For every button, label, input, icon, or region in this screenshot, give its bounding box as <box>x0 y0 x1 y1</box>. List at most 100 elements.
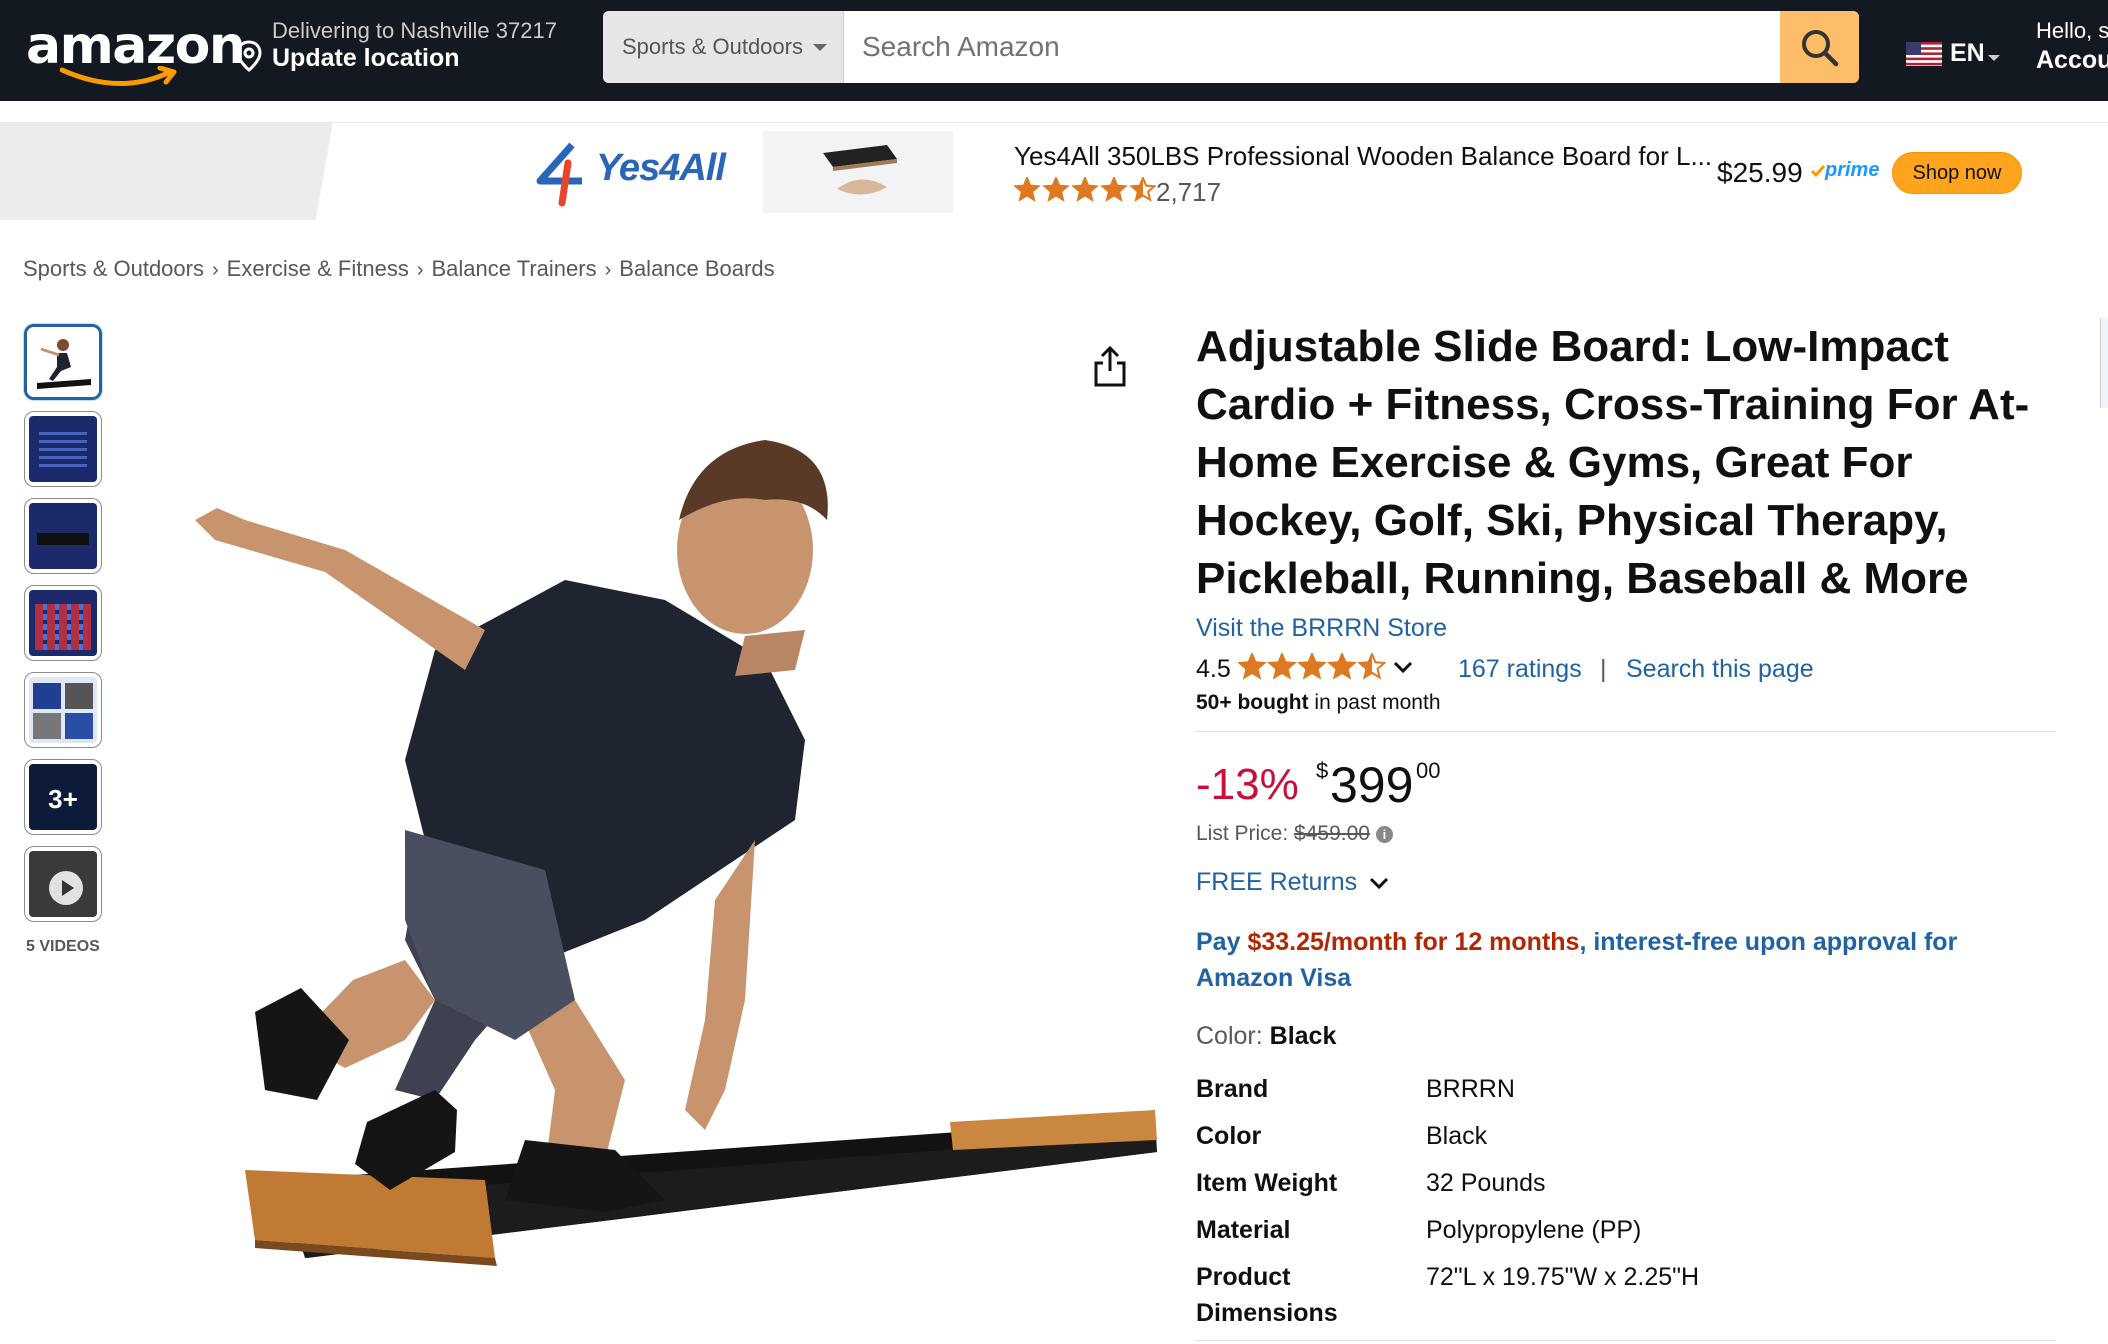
ad-star-rating <box>1013 175 1157 208</box>
list-price-row: List Price: $459.00 i <box>1196 822 2056 852</box>
breadcrumb-link[interactable]: Exercise & Fitness <box>227 256 409 281</box>
spec-row: Item Weight 32 Pounds <box>1196 1165 2056 1212</box>
visit-store-link[interactable]: Visit the BRRRN Store <box>1196 614 2056 643</box>
list-price-label: List Price: <box>1196 822 1295 845</box>
thumbnail-benefits[interactable] <box>24 411 102 487</box>
collage-tile <box>33 713 61 739</box>
spec-value: 72"L x 19.75"W x 2.25"H <box>1426 1263 1700 1291</box>
thumbnail-setup[interactable] <box>24 672 102 748</box>
account-greeting: Hello, s <box>2036 18 2108 43</box>
board-graphic <box>37 533 89 545</box>
amazon-logo[interactable]: amazon <box>26 16 246 86</box>
spec-value: BRRRN <box>1426 1075 1515 1103</box>
thumbnail-infographic: 3+ <box>29 764 97 830</box>
chevron-down-icon <box>1988 55 2000 61</box>
search-button[interactable] <box>1780 11 1859 83</box>
price-fraction: 00 <box>1416 758 1441 783</box>
free-returns[interactable]: FREE Returns <box>1196 868 2056 902</box>
update-location-text: Update location <box>272 44 460 72</box>
thumbnail-why-us[interactable] <box>24 585 102 661</box>
sponsored-banner[interactable]: Yes4All Yes4All 350LBS Professional Wood… <box>0 123 2108 220</box>
spec-row: Brand BRRRN <box>1196 1071 2056 1118</box>
spec-key: Color <box>1196 1122 1262 1150</box>
thumbnail-features[interactable] <box>24 498 102 574</box>
ad-price: $25.99 <box>1717 157 1803 188</box>
yes4all-brand-text: Yes4All <box>596 147 726 189</box>
breadcrumb: Sports & Outdoors › Exercise & Fitness › Bal… <box>23 256 775 282</box>
delivering-to-text: Delivering to Nashville 37217 <box>272 18 557 43</box>
athlete-thumbnail-image <box>27 327 99 397</box>
location-pin-icon <box>236 40 262 72</box>
spec-key: Product Dimensions <box>1196 1263 1338 1327</box>
search-bar: Sports & Outdoors <box>603 11 1859 83</box>
search-icon <box>1802 30 1839 67</box>
collage-tile <box>65 683 93 709</box>
more-images-count: 3+ <box>48 784 78 814</box>
rating-row: 4.5 167 ratings | Search this page <box>1196 651 2056 685</box>
thumbnail-more[interactable]: 3+ <box>24 759 102 835</box>
yes4all-logo-mark-icon <box>536 142 582 207</box>
spec-value: 32 Pounds <box>1426 1169 1546 1197</box>
prime-check-icon <box>1810 165 1826 178</box>
prime-label: prime <box>1825 159 1880 181</box>
info-icon[interactable]: i <box>1375 826 1393 843</box>
bought-count: 50+ bought <box>1196 691 1309 714</box>
spec-key: Brand <box>1196 1075 1269 1103</box>
ratings-count-link[interactable]: 167 ratings <box>1458 655 1582 684</box>
thumbnail-infographic <box>29 416 97 482</box>
side-panel-edge <box>2100 318 2108 408</box>
rating-divider: | <box>1600 655 1607 683</box>
product-star-rating[interactable] <box>1237 651 1387 688</box>
thumbnail-video[interactable] <box>24 846 102 922</box>
chevron-down-icon <box>1369 877 1389 890</box>
collage-tile <box>33 683 61 709</box>
spec-row: Color Black <box>1196 1118 2056 1165</box>
yes4all-logo[interactable]: Yes4All <box>532 139 726 209</box>
chevron-down-icon <box>813 44 827 51</box>
search-department-select[interactable]: Sports & Outdoors <box>603 11 844 83</box>
product-title: Adjustable Slide Board: Low-Impact Cardi… <box>1196 322 2030 603</box>
videos-count-label[interactable]: 5 VIDEOS <box>26 938 100 956</box>
monthly-payment-offer[interactable]: Pay $33.25/month for 12 months, interest… <box>1196 924 2056 996</box>
banner-background <box>0 123 360 220</box>
free-returns-label: FREE Returns <box>1196 868 1358 896</box>
thumbnail-main-photo[interactable] <box>24 324 102 400</box>
spec-key: Material <box>1196 1216 1291 1244</box>
product-details: Adjustable Slide Board: Low-Impact Cardi… <box>1196 318 2056 1331</box>
shop-now-button[interactable]: Shop now <box>1892 152 2022 194</box>
search-department-label: Sports & Outdoors <box>622 34 803 59</box>
ad-review-count[interactable]: 2,717 <box>1156 177 1221 208</box>
thumbnail-collage <box>29 677 97 743</box>
breadcrumb-link[interactable]: Balance Boards <box>619 256 774 281</box>
account-menu[interactable]: Hello, s Accou <box>2036 18 2108 75</box>
thumbnail-infographic <box>29 503 97 569</box>
color-selection: Color: Black <box>1196 1022 2056 1051</box>
us-flag-icon <box>1906 42 1942 66</box>
ad-product-title[interactable]: Yes4All 350LBS Professional Wooden Balan… <box>1014 141 1712 172</box>
list-price-value: $459.00 <box>1294 822 1370 845</box>
search-input[interactable] <box>844 11 1780 83</box>
balance-board-thumbnail[interactable] <box>763 131 953 213</box>
spec-row: Material Polypropylene (PP) <box>1196 1212 2056 1259</box>
price-block: -13% $ 399 00 <box>1196 757 2056 814</box>
bought-period: in past month <box>1308 691 1441 714</box>
account-label: Accou <box>2036 46 2108 74</box>
color-label: Color: <box>1196 1022 1270 1050</box>
breadcrumb-link[interactable]: Sports & Outdoors <box>23 256 204 281</box>
infographic-lines <box>39 432 87 472</box>
breadcrumb-link[interactable]: Balance Trainers <box>432 256 597 281</box>
pay-amount: $33.25/month for 12 months <box>1247 928 1580 956</box>
sub-nav-strip <box>0 101 2108 123</box>
top-nav-bar: amazon Delivering to Nashville 37217 Upd… <box>0 0 2108 101</box>
main-product-image[interactable] <box>105 400 1165 1270</box>
search-this-page-link[interactable]: Search this page <box>1626 655 1814 684</box>
share-icon[interactable] <box>1090 345 1130 389</box>
bought-in-past-month: 50+ bought in past month <box>1196 691 2056 715</box>
amazon-smile-icon <box>60 66 177 86</box>
spec-value: Black <box>1426 1122 1488 1150</box>
pay-prefix: Pay <box>1196 928 1248 956</box>
chevron-down-icon[interactable] <box>1392 659 1414 675</box>
breadcrumb-separator-icon: › <box>211 259 219 281</box>
spec-row: Product Dimensions 72"L x 19.75"W x 2.25… <box>1196 1259 2056 1331</box>
breadcrumb-separator-icon: › <box>604 259 612 281</box>
